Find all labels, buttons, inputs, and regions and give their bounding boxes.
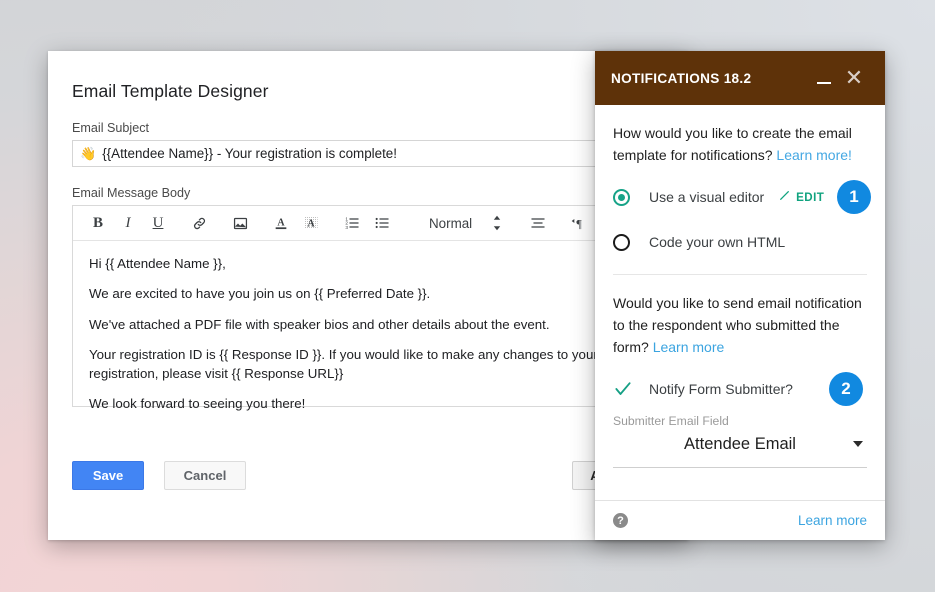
radio-code-html-label: Code your own HTML: [649, 234, 785, 250]
template-creation-question: How would you like to create the email t…: [613, 123, 867, 166]
email-subject-value: {{Attendee Name}} - Your registration is…: [102, 146, 397, 161]
chevron-down-icon: [853, 441, 863, 447]
waving-hand-icon: 👋: [80, 147, 96, 160]
dialog-button-row: Save Cancel Attendee: [48, 461, 688, 490]
notify-form-submitter-label: Notify Form Submitter?: [649, 381, 793, 397]
step-badge-1: 1: [837, 180, 871, 214]
email-template-designer-dialog: Email Template Designer Email Subject 👋 …: [48, 51, 688, 540]
radio-option-code-html[interactable]: Code your own HTML: [613, 228, 867, 256]
step-badge-2: 2: [829, 372, 863, 406]
up-down-stepper-icon[interactable]: [482, 208, 512, 238]
pencil-icon: [778, 189, 791, 205]
notify-form-submitter-checkbox-row[interactable]: Notify Form Submitter? 2: [613, 374, 867, 404]
select-underline: [613, 467, 867, 468]
page-title: Email Template Designer: [48, 51, 688, 102]
notifications-panel: NOTIFICATIONS 18.2 ✕ How would you like …: [595, 51, 885, 540]
svg-text:A: A: [277, 218, 285, 229]
bulleted-list-icon[interactable]: [367, 208, 397, 238]
edit-template-link[interactable]: EDIT: [778, 189, 824, 205]
body-paragraph: Hi {{ Attendee Name }},: [89, 254, 647, 273]
radio-code-html[interactable]: [613, 234, 630, 251]
ordered-list-icon[interactable]: 1 2 3: [337, 208, 367, 238]
template-creation-section: How would you like to create the email t…: [595, 105, 885, 275]
body-paragraph: We look forward to seeing you there!: [89, 394, 647, 413]
notifications-panel-title: NOTIFICATIONS 18.2: [611, 71, 809, 86]
edit-label: EDIT: [796, 191, 824, 204]
svg-text:¶: ¶: [576, 217, 582, 231]
svg-text:A: A: [307, 218, 315, 229]
minimize-icon[interactable]: [809, 63, 839, 93]
radio-option-visual-editor[interactable]: Use a visual editor EDIT 1: [613, 183, 867, 211]
svg-text:3: 3: [345, 225, 348, 230]
notify-submitter-question-text: Would you like to send email notificatio…: [613, 295, 862, 354]
save-button[interactable]: Save: [72, 461, 144, 490]
email-message-body-label: Email Message Body: [48, 167, 688, 205]
radio-visual-editor[interactable]: [613, 189, 630, 206]
template-creation-learn-more-link[interactable]: Learn more!: [776, 147, 851, 163]
cancel-button[interactable]: Cancel: [164, 461, 246, 490]
submitter-email-field-select[interactable]: Attendee Email: [613, 429, 867, 460]
submitter-email-field-label: Submitter Email Field: [613, 414, 867, 428]
notify-submitter-question: Would you like to send email notificatio…: [613, 293, 867, 358]
notifications-panel-footer: ? Learn more: [595, 500, 885, 540]
notify-submitter-learn-more-link[interactable]: Learn more: [653, 339, 725, 355]
image-icon[interactable]: [225, 208, 255, 238]
body-paragraph: We are excited to have you join us on {{…: [89, 284, 647, 303]
footer-learn-more-link[interactable]: Learn more: [798, 513, 867, 528]
text-direction-icon[interactable]: ¶: [564, 208, 594, 238]
underline-icon[interactable]: U: [143, 208, 173, 238]
body-paragraph: Your registration ID is {{ Response ID }…: [89, 345, 647, 384]
bold-icon[interactable]: B: [83, 208, 113, 238]
text-color-icon[interactable]: A: [266, 208, 296, 238]
notifications-panel-body: How would you like to create the email t…: [595, 105, 885, 500]
radio-visual-editor-label: Use a visual editor: [649, 189, 764, 205]
checkmark-icon[interactable]: [613, 379, 633, 399]
email-subject-label: Email Subject: [48, 102, 688, 140]
highlight-color-icon[interactable]: A: [296, 208, 326, 238]
submitter-email-field-value: Attendee Email: [684, 435, 796, 454]
email-body-content[interactable]: Hi {{ Attendee Name }}, We are excited t…: [73, 241, 663, 406]
italic-icon[interactable]: I: [113, 208, 143, 238]
link-icon[interactable]: [184, 208, 214, 238]
text-style-select[interactable]: Normal: [419, 208, 482, 238]
email-subject-input[interactable]: 👋 {{Attendee Name}} - Your registration …: [72, 140, 664, 167]
notify-submitter-section: Would you like to send email notificatio…: [595, 275, 885, 468]
help-icon[interactable]: ?: [613, 513, 628, 528]
notifications-panel-header: NOTIFICATIONS 18.2 ✕: [595, 51, 885, 105]
align-icon[interactable]: [523, 208, 553, 238]
rich-text-editor: B I U A: [72, 205, 664, 407]
editor-toolbar: B I U A: [73, 206, 663, 241]
body-paragraph: We've attached a PDF file with speaker b…: [89, 315, 647, 334]
close-icon[interactable]: ✕: [839, 63, 869, 93]
